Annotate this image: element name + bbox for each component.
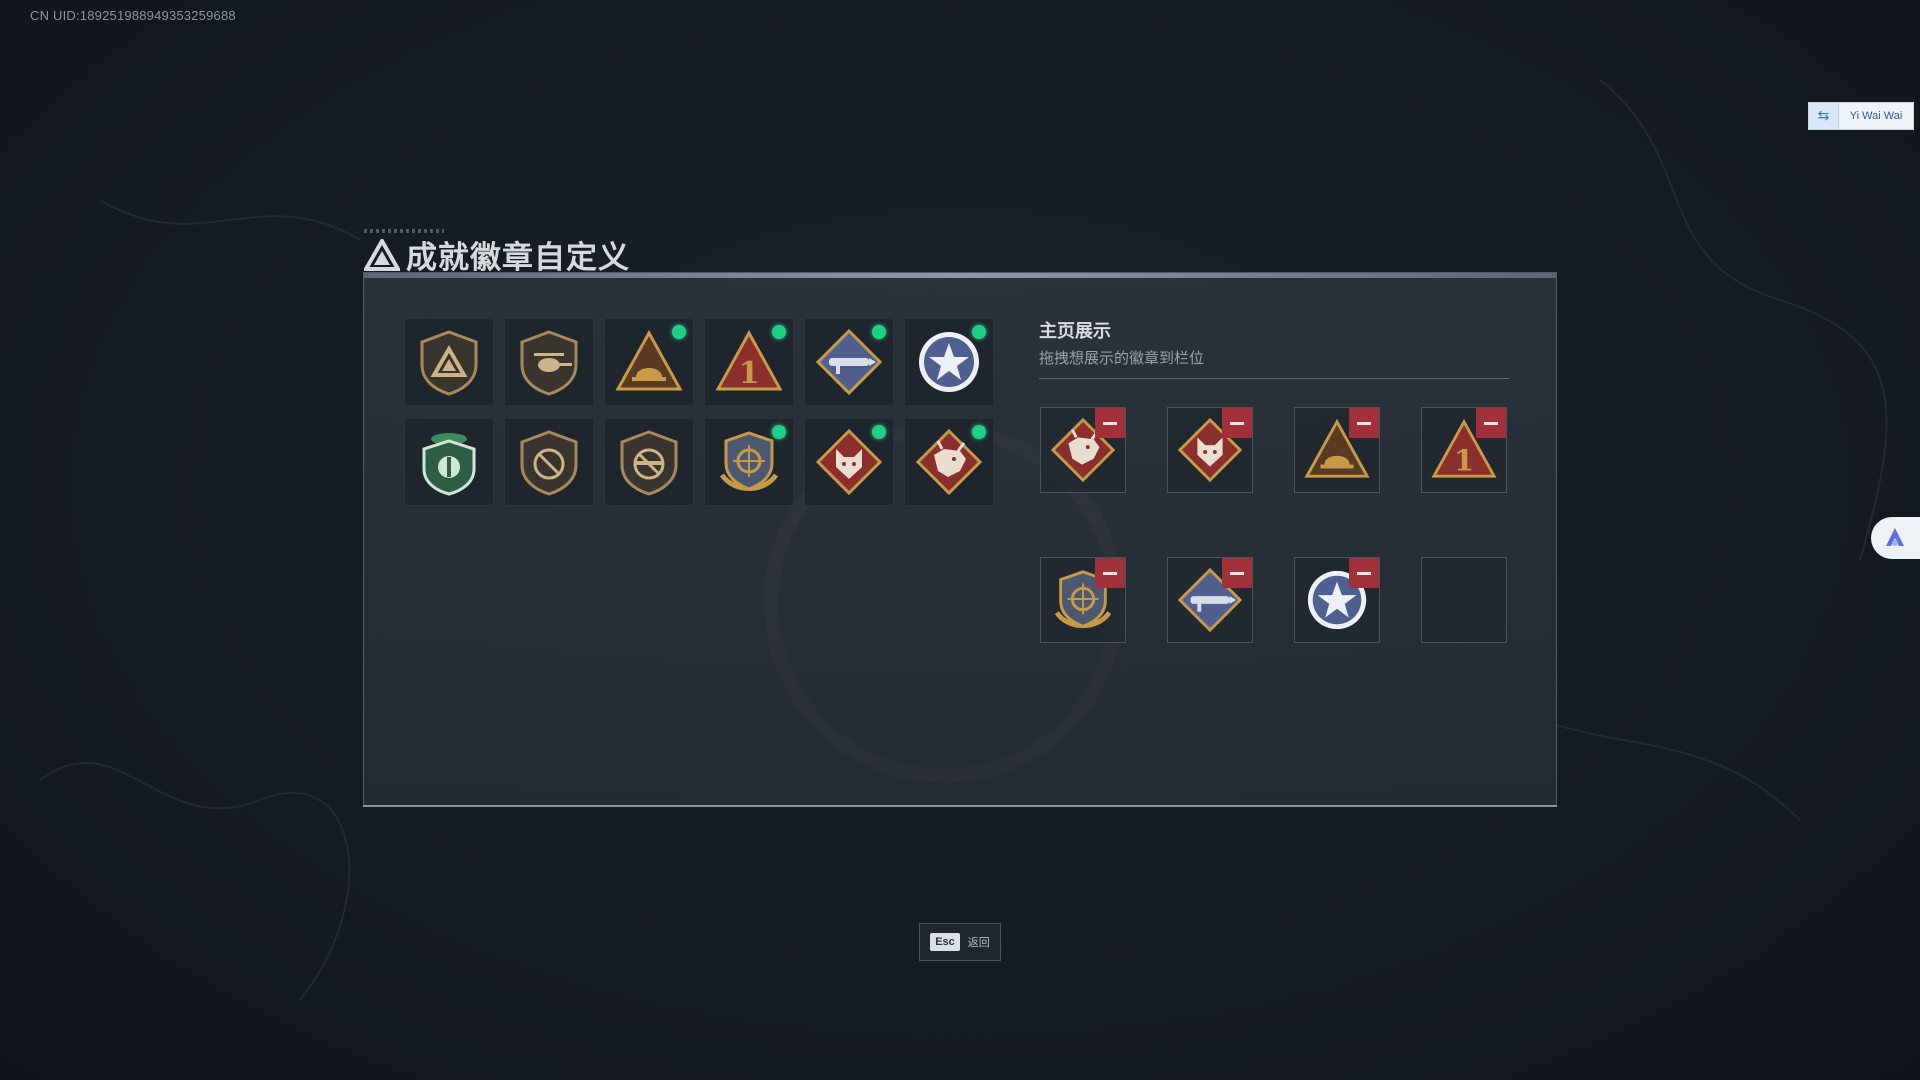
showcase-header: 主页展示 拖拽想展示的徽章到栏位 xyxy=(1039,317,1509,379)
no-rifle-shield-badge-icon xyxy=(620,430,678,496)
new-indicator-dot xyxy=(972,425,986,439)
remove-badge-button[interactable] xyxy=(1095,408,1125,438)
minus-icon xyxy=(1357,421,1371,425)
badge-cell[interactable] xyxy=(604,318,694,406)
title-bar: 成就徽章自定义 xyxy=(364,232,630,277)
showcase-slot[interactable] xyxy=(1167,557,1253,643)
badge-cell[interactable] xyxy=(504,418,594,506)
remove-badge-button[interactable] xyxy=(1095,558,1125,588)
badge-cell[interactable] xyxy=(904,418,994,506)
badge-cell[interactable] xyxy=(804,318,894,406)
showcase-divider xyxy=(1039,378,1509,379)
minus-icon xyxy=(1230,421,1244,425)
showcase-slot[interactable]: 1 xyxy=(1421,407,1507,493)
uid-label: CN UID:189251988949353259688 xyxy=(30,8,236,23)
back-label: 返回 xyxy=(967,936,990,949)
remove-badge-button[interactable] xyxy=(1349,558,1379,588)
minus-icon xyxy=(1103,571,1117,575)
swap-arrow-icon[interactable]: ⇆ xyxy=(1809,103,1839,129)
assistant-button[interactable] xyxy=(1871,517,1920,559)
new-indicator-dot xyxy=(672,325,686,339)
badge-collection-grid: 1 xyxy=(404,318,994,506)
remove-badge-button[interactable] xyxy=(1349,408,1379,438)
badge-cell[interactable] xyxy=(404,418,494,506)
panel-bottom-line xyxy=(363,805,1557,807)
panel-top-bar xyxy=(364,273,1556,278)
badge-cell[interactable] xyxy=(404,318,494,406)
red-triangle-number-one-badge-icon: 1 xyxy=(715,329,783,391)
badge-cell[interactable] xyxy=(504,318,594,406)
remove-badge-button[interactable] xyxy=(1222,558,1252,588)
green-beret-shield-badge-icon xyxy=(422,433,476,496)
showcase-slot[interactable] xyxy=(1040,407,1126,493)
helicopter-shield-badge-icon xyxy=(520,330,578,396)
red-diamond-dragon-badge-icon xyxy=(915,428,983,496)
badge-cell[interactable]: 1 xyxy=(704,318,794,406)
new-indicator-dot xyxy=(972,325,986,339)
gold-triangle-helmet-badge-icon xyxy=(615,329,683,391)
new-indicator-dot xyxy=(772,425,786,439)
showcase-slot-grid: 1 xyxy=(1040,407,1507,643)
delta-logo-icon xyxy=(364,238,400,271)
blue-diamond-rocket-badge-icon xyxy=(815,328,883,396)
remove-badge-button[interactable] xyxy=(1222,408,1252,438)
delta-triangle-shield-badge-icon xyxy=(420,330,478,396)
svg-text:1: 1 xyxy=(739,356,760,391)
new-indicator-dot xyxy=(872,425,886,439)
user-name: Yi Wai Wai xyxy=(1849,110,1903,122)
red-diamond-wolf-badge-icon xyxy=(815,428,883,496)
minus-icon xyxy=(1484,421,1498,425)
back-button[interactable]: Esc 返回 xyxy=(919,923,1001,961)
showcase-slot[interactable] xyxy=(1294,557,1380,643)
badge-cell[interactable] xyxy=(804,418,894,506)
esc-key-icon: Esc xyxy=(930,933,960,951)
showcase-slot[interactable] xyxy=(1294,407,1380,493)
badge-customize-panel: 1 主页展示 拖拽想展示的徽章到栏位 1 xyxy=(363,272,1557,807)
svg-text:1: 1 xyxy=(1454,443,1474,477)
showcase-subtitle: 拖拽想展示的徽章到栏位 xyxy=(1039,349,1205,367)
no-weapon-shield-badge-icon xyxy=(520,430,578,496)
blue-star-circle-badge-icon xyxy=(919,332,979,392)
user-tag[interactable]: ⇆ Yi Wai Wai xyxy=(1808,102,1914,130)
minus-icon xyxy=(1230,571,1244,575)
minus-icon xyxy=(1103,421,1117,425)
new-indicator-dot xyxy=(872,325,886,339)
page-title: 成就徽章自定义 xyxy=(406,240,630,276)
assistant-icon xyxy=(1886,528,1904,546)
showcase-slot-empty[interactable] xyxy=(1421,557,1507,643)
gold-crosshair-emblem-badge-icon xyxy=(719,431,779,491)
showcase-slot[interactable] xyxy=(1167,407,1253,493)
badge-cell[interactable] xyxy=(604,418,694,506)
badge-cell[interactable] xyxy=(904,318,994,406)
minus-icon xyxy=(1357,571,1371,575)
showcase-slot[interactable] xyxy=(1040,557,1126,643)
showcase-title: 主页展示 xyxy=(1039,321,1111,342)
badge-cell[interactable] xyxy=(704,418,794,506)
new-indicator-dot xyxy=(772,325,786,339)
remove-badge-button[interactable] xyxy=(1476,408,1506,438)
